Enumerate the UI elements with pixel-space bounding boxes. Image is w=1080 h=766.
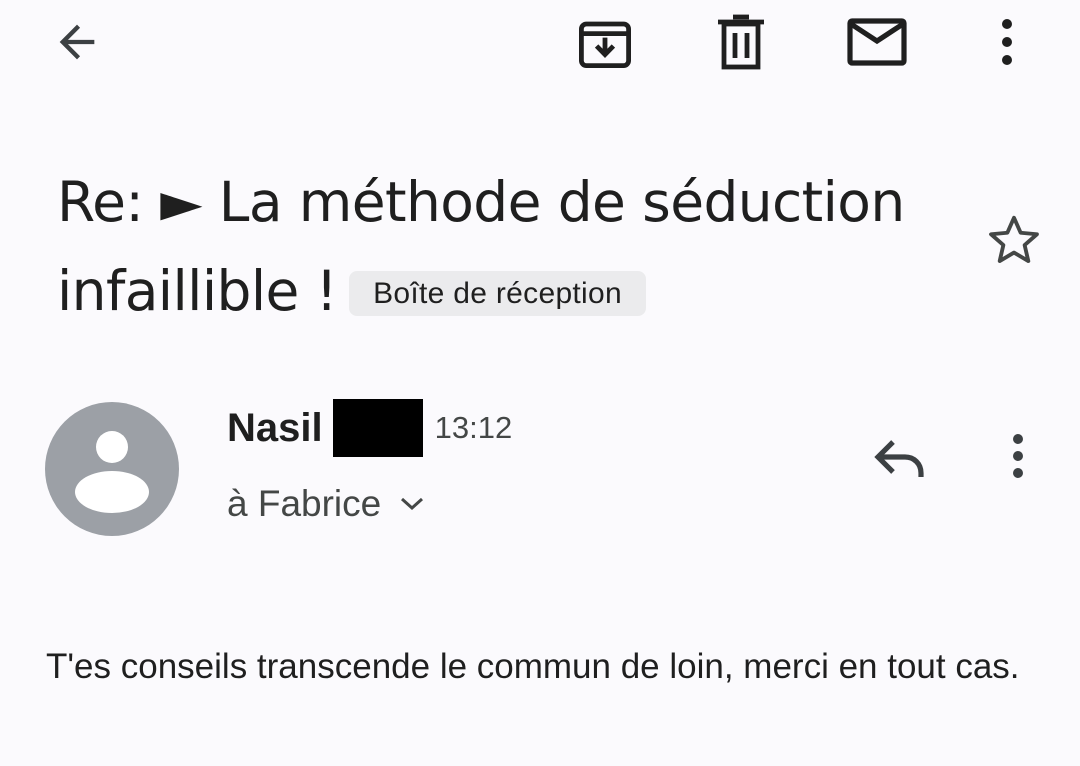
chevron-down-icon [399, 496, 425, 512]
more-options-button[interactable] [971, 6, 1043, 78]
archive-button[interactable] [569, 6, 641, 78]
subject-line-2: infaillible ! [57, 259, 338, 323]
archive-icon [577, 14, 633, 70]
email-subject: Re: ► La méthode de séduction infaillibl… [57, 158, 957, 336]
inbox-label-chip[interactable]: Boîte de réception [349, 271, 646, 316]
mail-icon [847, 18, 907, 66]
recipient-text: à Fabrice [227, 483, 382, 524]
back-arrow-icon [51, 16, 103, 68]
back-button[interactable] [41, 6, 113, 78]
redacted-block [332, 399, 423, 457]
reply-button[interactable] [864, 424, 936, 496]
subject-line-1: Re: ► La méthode de séduction [57, 170, 905, 234]
timestamp: 13:12 [434, 410, 513, 445]
sender-line: Nasil 13:12 [227, 398, 512, 458]
more-vert-icon [1012, 432, 1024, 489]
delete-button[interactable] [705, 6, 777, 78]
sender-avatar[interactable] [45, 402, 179, 536]
mark-unread-button[interactable] [841, 6, 913, 78]
trash-icon [715, 14, 767, 70]
star-button[interactable] [978, 206, 1050, 278]
reply-icon [873, 438, 927, 483]
sender-name[interactable]: Nasil [227, 406, 323, 451]
more-vert-icon [1001, 16, 1013, 68]
recipient-details-toggle[interactable]: à Fabrice [227, 478, 425, 530]
person-icon [45, 402, 179, 536]
email-body: T'es conseils transcende le commun de lo… [46, 647, 1020, 686]
message-more-options-button[interactable] [982, 424, 1054, 496]
star-icon [984, 211, 1044, 274]
